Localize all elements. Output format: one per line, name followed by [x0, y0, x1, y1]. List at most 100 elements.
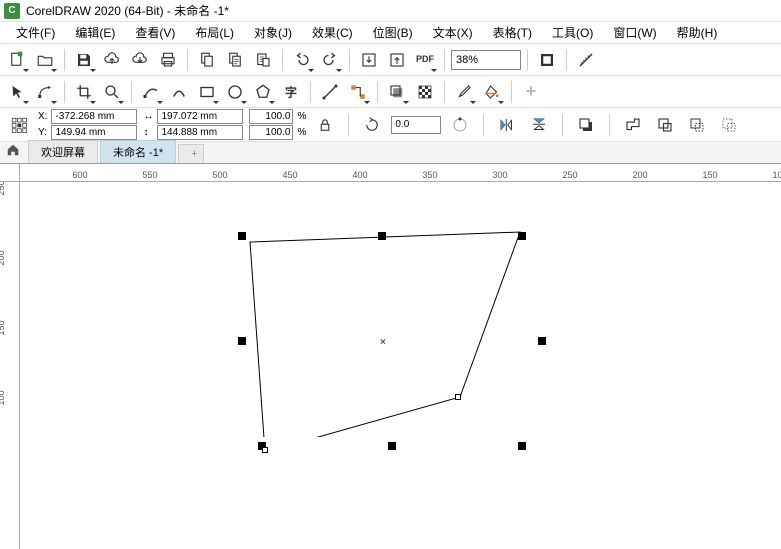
- handle-n[interactable]: [378, 232, 386, 240]
- fullscreen-button[interactable]: [534, 47, 560, 73]
- add-tool[interactable]: +: [518, 79, 544, 105]
- separator: [377, 81, 378, 103]
- handle-se[interactable]: [518, 442, 526, 450]
- handle-e[interactable]: [538, 337, 546, 345]
- transparency-tool[interactable]: [412, 79, 438, 105]
- menu-layout[interactable]: 布局(L): [185, 22, 244, 43]
- parallel-dim-tool[interactable]: [317, 79, 343, 105]
- artistic-media-tool[interactable]: [166, 79, 192, 105]
- ruler-button[interactable]: [573, 47, 599, 73]
- import-button[interactable]: [356, 47, 382, 73]
- tab-new[interactable]: +: [178, 144, 204, 163]
- tab-welcome[interactable]: 欢迎屏幕: [28, 140, 98, 163]
- y-input[interactable]: [51, 125, 137, 140]
- menu-edit[interactable]: 编辑(E): [65, 22, 125, 43]
- separator: [348, 114, 349, 136]
- menu-effect[interactable]: 效果(C): [302, 22, 363, 43]
- pdf-label: PDF: [416, 55, 434, 64]
- fill-tool[interactable]: [479, 79, 505, 105]
- rectangle-tool[interactable]: [194, 79, 220, 105]
- mirror-h-button[interactable]: [494, 112, 520, 138]
- menu-bar: 文件(F) 编辑(E) 查看(V) 布局(L) 对象(J) 效果(C) 位图(B…: [0, 22, 781, 44]
- handle-s[interactable]: [388, 442, 396, 450]
- center-marker[interactable]: ×: [380, 337, 386, 348]
- x-input[interactable]: [51, 109, 137, 124]
- handle-ne[interactable]: [518, 232, 526, 240]
- cut-button[interactable]: [250, 47, 276, 73]
- new-button[interactable]: [4, 47, 30, 73]
- freehand-tool[interactable]: [138, 79, 164, 105]
- text-tool[interactable]: 字: [278, 79, 304, 105]
- connector-tool[interactable]: [345, 79, 371, 105]
- rotation-input[interactable]: [391, 116, 441, 134]
- scale-y-input[interactable]: [249, 125, 293, 140]
- ruler-tick: 200: [0, 249, 6, 267]
- cloud-up-button[interactable]: [99, 47, 125, 73]
- simplify-button[interactable]: [716, 112, 742, 138]
- undo-button[interactable]: [289, 47, 315, 73]
- title-bar: C CorelDRAW 2020 (64-Bit) - 未命名 -1*: [0, 0, 781, 22]
- ruler-tick: 400: [352, 170, 367, 180]
- lock-ratio-button[interactable]: [312, 112, 338, 138]
- ruler-vertical[interactable]: 250 200 150 100: [0, 182, 20, 549]
- height-input[interactable]: [157, 125, 243, 140]
- shape-tool[interactable]: [32, 79, 58, 105]
- order-button[interactable]: [573, 112, 599, 138]
- mirror-v-button[interactable]: [526, 112, 552, 138]
- menu-table[interactable]: 表格(T): [483, 22, 542, 43]
- paste-button[interactable]: [222, 47, 248, 73]
- eyedropper-tool[interactable]: [451, 79, 477, 105]
- menu-file[interactable]: 文件(F): [6, 22, 65, 43]
- menu-object[interactable]: 对象(J): [244, 22, 302, 43]
- zoom-tool[interactable]: [99, 79, 125, 105]
- ruler-tick: 100: [0, 389, 6, 407]
- handle-w[interactable]: [238, 337, 246, 345]
- x-label: X:: [38, 111, 47, 122]
- polygon-tool[interactable]: [250, 79, 276, 105]
- weld-button[interactable]: [620, 112, 646, 138]
- pdf-button[interactable]: PDF: [412, 47, 438, 73]
- cloud-down-button[interactable]: [127, 47, 153, 73]
- separator: [64, 81, 65, 103]
- svg-text:字: 字: [285, 84, 297, 99]
- drop-shadow-tool[interactable]: [384, 79, 410, 105]
- pick-tool[interactable]: [4, 79, 30, 105]
- separator: [187, 49, 188, 71]
- redo-button[interactable]: [317, 47, 343, 73]
- tab-document[interactable]: 未命名 -1*: [100, 140, 176, 163]
- print-button[interactable]: [155, 47, 181, 73]
- menu-text[interactable]: 文本(X): [423, 22, 483, 43]
- save-button[interactable]: [71, 47, 97, 73]
- menu-bitmap[interactable]: 位图(B): [363, 22, 423, 43]
- width-input[interactable]: [157, 109, 243, 124]
- copy-button[interactable]: [194, 47, 220, 73]
- ellipse-tool[interactable]: [222, 79, 248, 105]
- open-button[interactable]: [32, 47, 58, 73]
- separator: [282, 49, 283, 71]
- canvas[interactable]: ×: [20, 182, 781, 549]
- shape-node[interactable]: [262, 447, 268, 453]
- ruler-tick: 100: [772, 170, 781, 180]
- home-tab-icon[interactable]: [0, 140, 26, 163]
- separator: [527, 49, 528, 71]
- height-icon: ↕: [143, 127, 153, 138]
- menu-tool[interactable]: 工具(O): [542, 22, 603, 43]
- export-button[interactable]: [384, 47, 410, 73]
- separator: [609, 114, 610, 136]
- menu-window[interactable]: 窗口(W): [603, 22, 666, 43]
- rotation-slider[interactable]: [447, 112, 473, 138]
- menu-help[interactable]: 帮助(H): [667, 22, 728, 43]
- shape-node[interactable]: [455, 394, 461, 400]
- selected-polygon[interactable]: [230, 217, 540, 437]
- handle-nw[interactable]: [238, 232, 246, 240]
- zoom-input[interactable]: [451, 50, 521, 70]
- ruler-horizontal[interactable]: 600 550 500 450 400 350 300 250 200 150 …: [20, 164, 781, 182]
- crop-tool[interactable]: [71, 79, 97, 105]
- scale-x-input[interactable]: [249, 109, 293, 124]
- separator: [349, 49, 350, 71]
- menu-view[interactable]: 查看(V): [125, 22, 185, 43]
- ruler-corner[interactable]: [0, 164, 20, 182]
- intersect-button[interactable]: [684, 112, 710, 138]
- trim-button[interactable]: [652, 112, 678, 138]
- tab-welcome-label: 欢迎屏幕: [41, 144, 85, 160]
